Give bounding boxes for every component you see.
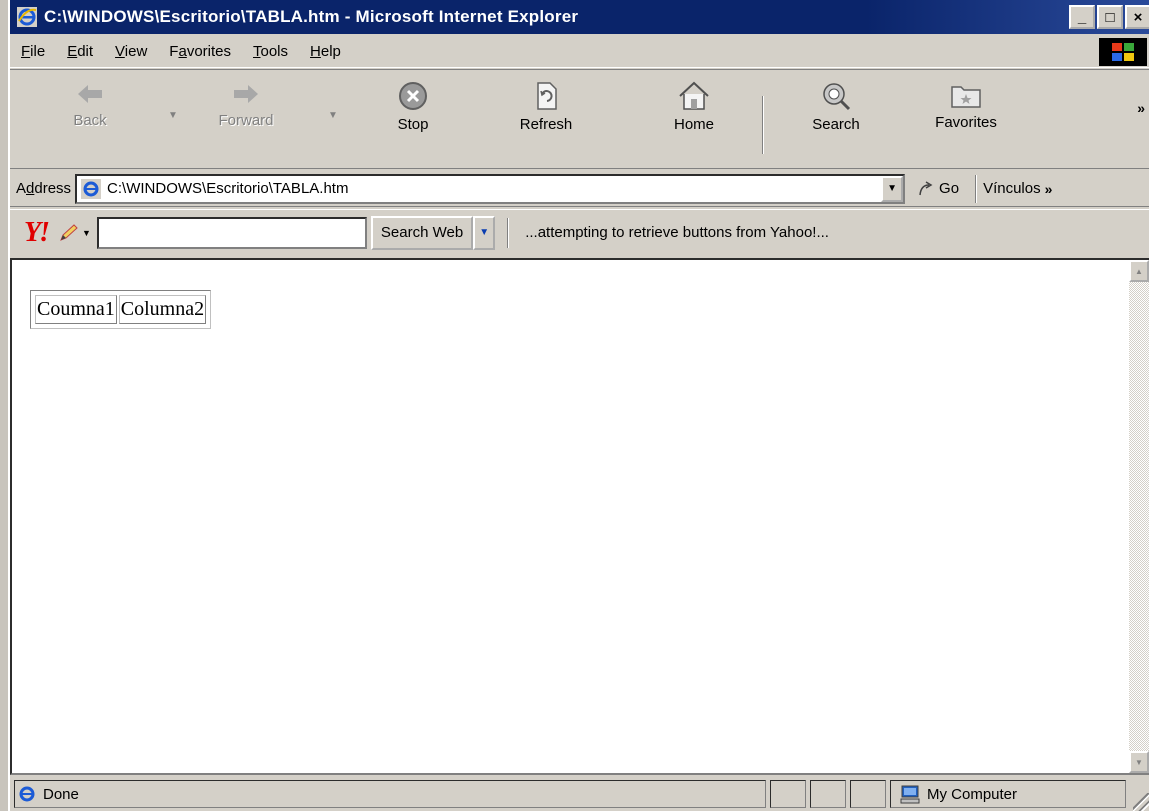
status-bar: Done My Computer — [10, 777, 1149, 811]
standard-toolbar: Back ▼ Forward ▼ Stop Refresh Home Searc… — [10, 69, 1149, 169]
stop-button[interactable]: Stop — [373, 80, 453, 133]
refresh-button[interactable]: Refresh — [506, 80, 586, 133]
back-label: Back — [73, 112, 107, 129]
status-panel — [810, 780, 846, 808]
back-button[interactable]: Back — [50, 80, 130, 129]
ie-page-icon — [81, 178, 102, 199]
address-field[interactable]: ▼ — [75, 173, 906, 204]
menu-favorites-label: vorites — [186, 43, 231, 60]
stop-label: Stop — [397, 116, 429, 133]
home-icon — [679, 81, 709, 110]
refresh-icon — [537, 82, 557, 110]
menu-tools[interactable]: Tools — [242, 43, 299, 60]
menu-favorites[interactable]: Favorites — [158, 43, 242, 60]
forward-arrow-icon — [234, 85, 258, 103]
page-content[interactable]: Coumna1 Columna2 ▲ ▼ — [10, 258, 1149, 775]
menu-edit-accel: E — [67, 43, 78, 60]
menu-view-label: iew — [124, 43, 148, 60]
favorites-label: Favorites — [935, 114, 997, 131]
window-title: C:\WINDOWS\Escritorio\TABLA.htm - Micros… — [44, 7, 579, 26]
menu-view-accel: V — [115, 43, 125, 60]
address-label-rest: dress — [34, 180, 72, 197]
links-more-chevron-icon[interactable]: » — [1045, 181, 1053, 197]
go-button[interactable]: Go — [917, 180, 959, 198]
menu-help-label: elp — [320, 43, 341, 60]
menu-file-label: ile — [30, 43, 46, 60]
menu-view[interactable]: View — [104, 43, 158, 60]
table-cell: Columna2 — [118, 295, 207, 324]
pencil-icon[interactable] — [58, 223, 80, 243]
links-button[interactable]: Vínculos — [983, 180, 1041, 197]
toolbar-separator — [762, 96, 764, 154]
address-label: Address — [16, 180, 71, 197]
forward-button[interactable]: Forward — [206, 80, 286, 129]
windows-logo-icon — [1099, 38, 1147, 66]
menu-tools-accel: T — [253, 43, 261, 60]
search-web-label: Search Web — [380, 224, 464, 241]
address-input[interactable] — [107, 180, 868, 197]
toolbar-more-chevron-icon[interactable]: » — [1137, 100, 1145, 116]
yahoo-separator — [507, 217, 510, 248]
menu-help[interactable]: Help — [299, 43, 352, 60]
scroll-down-arrow-icon[interactable]: ▼ — [1129, 751, 1149, 773]
search-globe-icon — [823, 83, 851, 111]
forward-label: Forward — [218, 112, 274, 129]
menu-favorites-accel: a — [178, 43, 187, 60]
table-row: Coumna1 Columna2 — [35, 295, 207, 324]
maximize-button[interactable]: □ — [1097, 5, 1123, 29]
favorites-folder-icon — [951, 86, 981, 108]
scroll-up-arrow-icon[interactable]: ▲ — [1129, 260, 1149, 282]
ie-page-done-icon — [19, 786, 35, 802]
search-web-button[interactable]: Search Web — [370, 215, 474, 250]
status-text: Done — [43, 785, 79, 803]
yahoo-status-text: ...attempting to retrieve buttons from Y… — [525, 224, 829, 241]
pencil-dropdown-icon[interactable]: ▼ — [82, 228, 91, 238]
search-button[interactable]: Search — [796, 80, 876, 133]
browser-window: C:\WINDOWS\Escritorio\TABLA.htm - Micros… — [8, 0, 1149, 811]
home-button[interactable]: Home — [654, 80, 734, 133]
desktop-edge — [0, 0, 8, 811]
status-panel — [850, 780, 886, 808]
close-button[interactable]: × — [1125, 5, 1149, 29]
security-zone-label: My Computer — [927, 785, 1018, 803]
menu-file[interactable]: File — [10, 43, 56, 60]
links-separator — [975, 174, 978, 203]
stop-icon — [399, 82, 427, 110]
minimize-button[interactable]: _ — [1069, 5, 1095, 29]
menu-edit[interactable]: Edit — [56, 43, 104, 60]
menu-edit-label: dit — [77, 43, 94, 60]
table-cell: Coumna1 — [35, 295, 117, 324]
refresh-label: Refresh — [519, 116, 573, 133]
address-label-pre: A — [16, 180, 27, 197]
go-label: Go — [939, 180, 960, 197]
back-arrow-icon — [78, 85, 102, 103]
favorites-button[interactable]: Favorites — [926, 80, 1006, 131]
page-table: Coumna1 Columna2 — [30, 290, 212, 329]
my-computer-icon — [900, 785, 920, 804]
menu-help-accel: H — [310, 43, 321, 60]
search-web-dropdown-icon[interactable]: ▼ — [473, 215, 496, 250]
status-text-panel: Done — [14, 780, 766, 808]
security-zone-panel: My Computer — [890, 780, 1126, 808]
title-bar[interactable]: C:\WINDOWS\Escritorio\TABLA.htm - Micros… — [10, 0, 1149, 34]
address-bar: Address ▼ Go Vínculos » — [10, 171, 1149, 207]
menu-file-accel: F — [21, 43, 31, 60]
address-dropdown-icon[interactable]: ▼ — [881, 175, 904, 202]
search-label: Search — [812, 116, 860, 133]
menu-bar: File Edit View Favorites Tools Help — [10, 36, 1149, 68]
back-dropdown-icon[interactable]: ▼ — [168, 110, 178, 121]
yahoo-logo[interactable]: Y! — [24, 217, 50, 249]
resize-grip-icon[interactable] — [1133, 793, 1149, 811]
menu-tools-label: ools — [260, 43, 289, 60]
yahoo-toolbar: Y! ▼ Search Web ▼ ...attempting to retri… — [10, 209, 1149, 255]
vertical-scrollbar[interactable]: ▲ ▼ — [1129, 260, 1149, 773]
go-arrow-icon — [919, 180, 933, 195]
forward-dropdown-icon[interactable]: ▼ — [328, 110, 338, 121]
ie-icon — [17, 7, 37, 27]
status-panel — [770, 780, 806, 808]
yahoo-search-input[interactable] — [96, 216, 367, 249]
home-label: Home — [673, 116, 714, 133]
